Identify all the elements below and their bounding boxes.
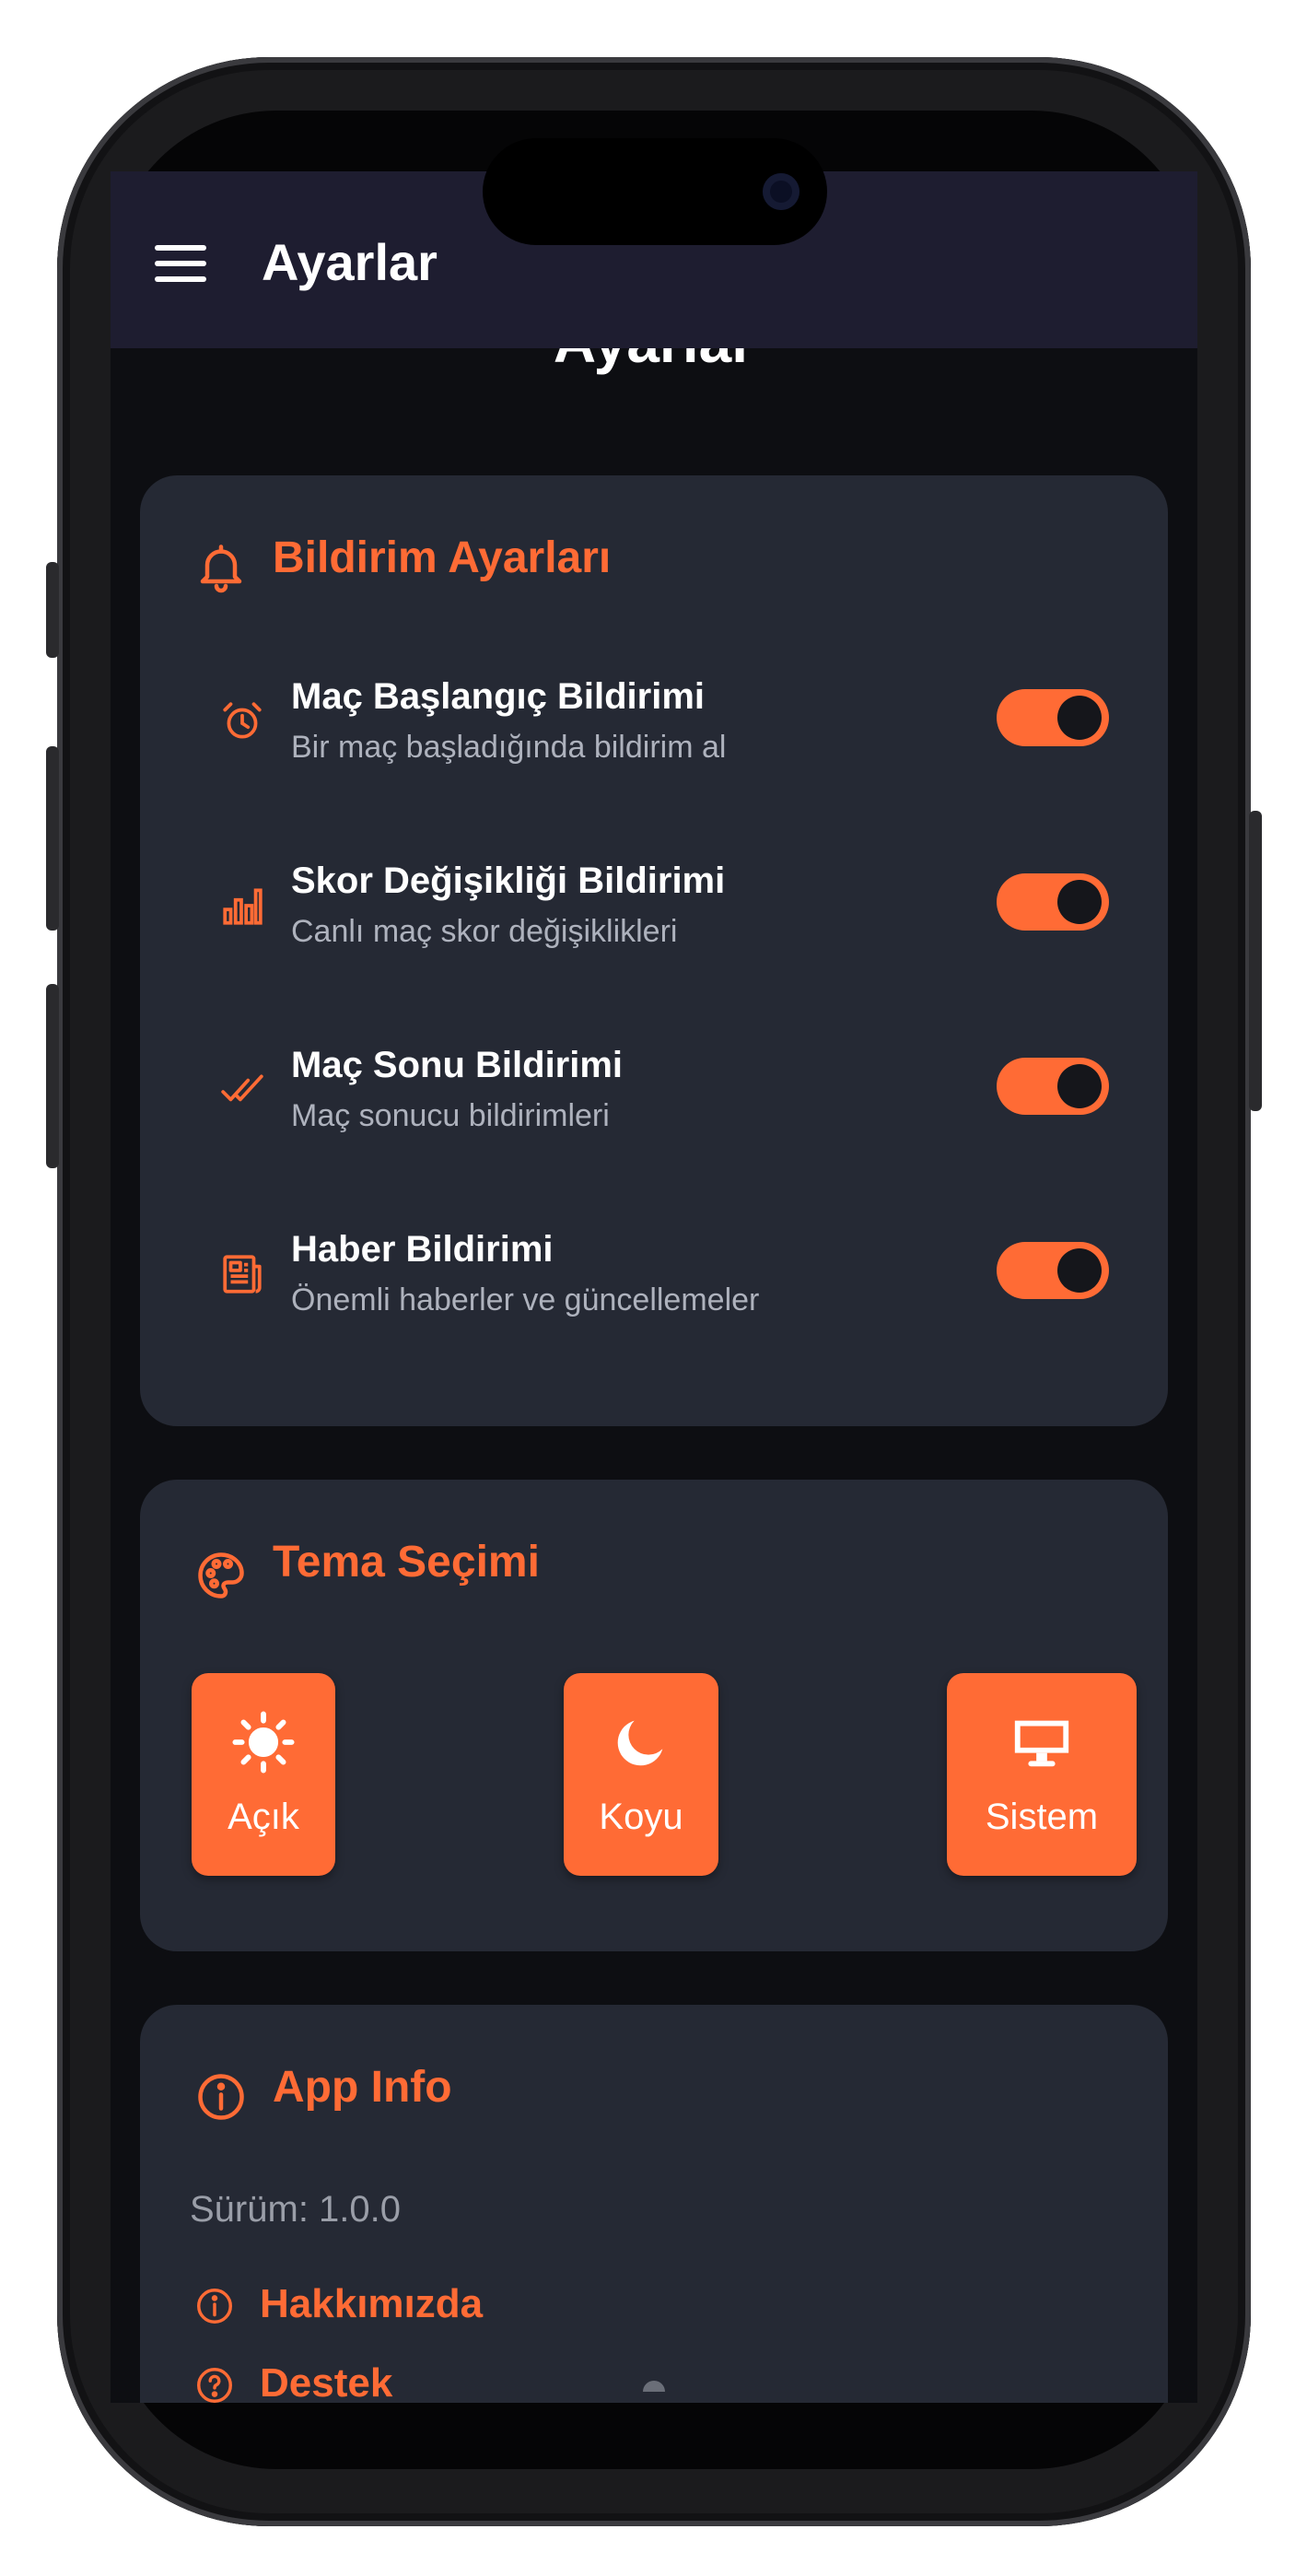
alarm-clock-icon bbox=[223, 702, 262, 739]
theme-system-label: Sistem bbox=[985, 1797, 1099, 1837]
monitor-icon bbox=[1014, 1720, 1069, 1767]
double-check-icon bbox=[221, 1074, 263, 1102]
palette-icon bbox=[198, 1552, 244, 1598]
menu-icon[interactable] bbox=[155, 245, 206, 282]
app-info-title: App Info bbox=[273, 2063, 452, 2112]
dynamic-island bbox=[483, 138, 827, 245]
bar-chart-icon bbox=[223, 888, 263, 925]
score-change-title: Skor Değişikliği Bildirimi bbox=[291, 861, 726, 901]
support-link[interactable]: Destek bbox=[193, 2360, 433, 2403]
notification-settings-title: Bildirim Ayarları bbox=[273, 533, 612, 582]
camera-icon bbox=[763, 173, 799, 210]
theme-dark-label: Koyu bbox=[599, 1797, 683, 1837]
newspaper-icon bbox=[223, 1255, 262, 1294]
app-info-card: App Info Sürüm: 1.0.0 Hakkımızda Destek bbox=[140, 2005, 1168, 2403]
bell-icon bbox=[200, 544, 242, 593]
volume-down-button bbox=[46, 984, 59, 1168]
match-end-title: Maç Sonu Bildirimi bbox=[291, 1045, 624, 1085]
match-end-toggle[interactable] bbox=[997, 1058, 1109, 1115]
info-icon bbox=[198, 2074, 244, 2120]
theme-selection-card: Tema Seçimi Açık Koyu Sistem bbox=[140, 1480, 1168, 1951]
app-bar-title: Ayarlar bbox=[262, 233, 438, 291]
sun-icon bbox=[232, 1711, 295, 1774]
news-title: Haber Bildirimi bbox=[291, 1229, 554, 1270]
notification-settings-card: Bildirim Ayarları Maç Başlangıç Bildirim… bbox=[140, 475, 1168, 1426]
help-icon bbox=[197, 2368, 232, 2403]
match-start-toggle[interactable] bbox=[997, 689, 1109, 746]
app-version: Sürüm: 1.0.0 bbox=[190, 2189, 402, 2230]
theme-system-button[interactable]: Sistem bbox=[947, 1673, 1137, 1876]
moon-icon bbox=[617, 1720, 663, 1766]
theme-dark-button[interactable]: Koyu bbox=[564, 1673, 718, 1876]
news-subtitle: Önemli haberler ve güncellemeler bbox=[291, 1282, 760, 1317]
theme-light-button[interactable]: Açık bbox=[192, 1673, 335, 1876]
about-link-label: Hakkımızda bbox=[260, 2281, 484, 2326]
theme-light-label: Açık bbox=[228, 1797, 299, 1837]
theme-selection-title: Tema Seçimi bbox=[273, 1538, 540, 1587]
about-link[interactable]: Hakkımızda bbox=[193, 2281, 525, 2336]
support-link-label: Destek bbox=[260, 2360, 393, 2403]
app-screen: Ayarlar Ayarlar Bildirim Ayarları Maç Ba… bbox=[111, 171, 1197, 2403]
info-icon bbox=[197, 2289, 232, 2324]
match-end-subtitle: Maç sonucu bildirimleri bbox=[291, 1098, 610, 1133]
score-change-subtitle: Canlı maç skor değişiklikleri bbox=[291, 914, 678, 949]
score-change-toggle[interactable] bbox=[997, 873, 1109, 931]
volume-up-button bbox=[46, 746, 59, 931]
match-start-title: Maç Başlangıç Bildirimi bbox=[291, 676, 706, 717]
action-button bbox=[46, 562, 59, 658]
power-button bbox=[1249, 811, 1262, 1111]
news-toggle[interactable] bbox=[997, 1242, 1109, 1299]
match-start-subtitle: Bir maç başladığında bildirim al bbox=[291, 730, 727, 765]
